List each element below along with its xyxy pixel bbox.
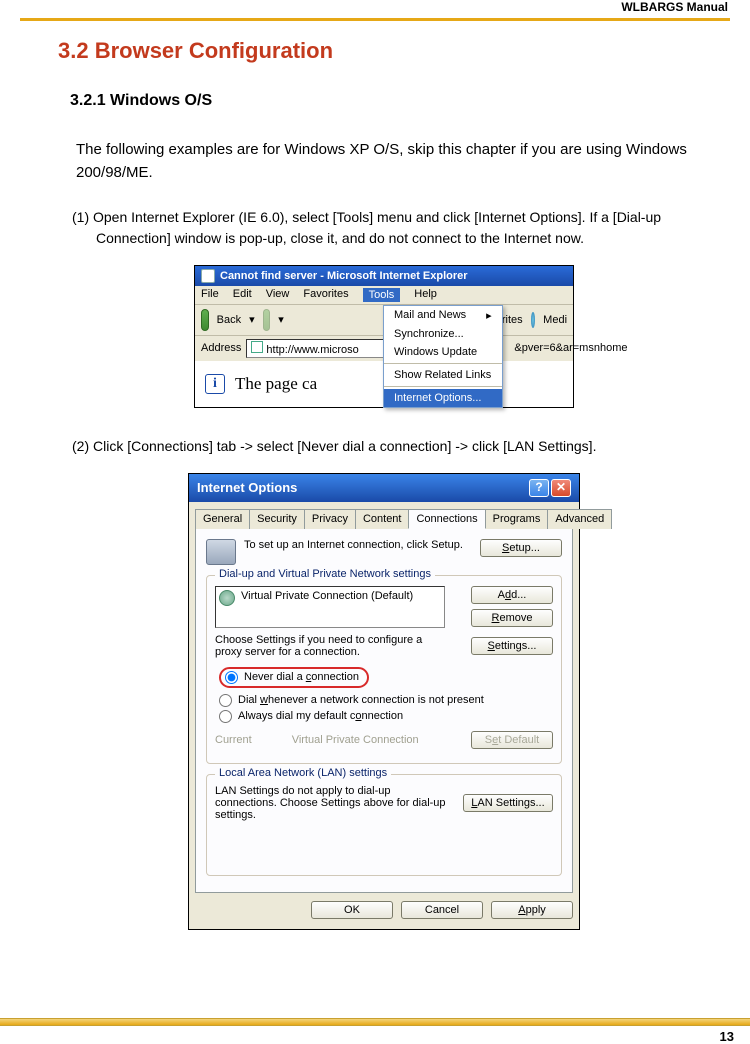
ie-toolbar: Back ▾ ▾ Mail and News Synchronize... Wi…: [195, 305, 573, 336]
screenshot-ie-tools-menu: Cannot find server - Microsoft Internet …: [194, 265, 574, 408]
network-setup-icon: [206, 539, 236, 565]
page-body-text: The page ca: [235, 374, 317, 394]
vpn-connection-icon: [219, 590, 235, 606]
always-dial-radio[interactable]: Always dial my default connection: [219, 710, 553, 723]
vpn-item-label: Virtual Private Connection (Default): [241, 590, 413, 602]
current-label: Current: [215, 734, 252, 746]
back-button[interactable]: [201, 309, 209, 331]
menu-tools[interactable]: Tools: [363, 288, 401, 302]
dial-whenever-radio[interactable]: Dial whenever a network connection is no…: [219, 694, 553, 707]
menu-view[interactable]: View: [266, 288, 290, 302]
info-icon: i: [205, 374, 225, 394]
section-heading: 3.2 Browser Configuration: [58, 38, 710, 64]
header-doc-title: WLBARGS Manual: [621, 0, 728, 14]
lan-settings-group: Local Area Network (LAN) settings LAN Se…: [206, 774, 562, 876]
ie-logo-icon: [201, 269, 215, 283]
dd-related-links[interactable]: Show Related Links: [384, 366, 502, 384]
ie-title-text: Cannot find server - Microsoft Internet …: [220, 270, 468, 282]
address-label: Address: [201, 342, 241, 354]
help-button-icon[interactable]: ?: [529, 479, 549, 497]
dd-separator: [384, 363, 502, 364]
dialog-body: General Security Privacy Content Connect…: [189, 502, 579, 929]
set-default-button[interactable]: Set Default: [471, 731, 553, 749]
close-button-icon[interactable]: ✕: [551, 479, 571, 497]
never-dial-label: Never dial a connection: [244, 671, 359, 683]
tab-pane-connections: To set up an Internet connection, click …: [195, 528, 573, 893]
tab-strip: General Security Privacy Content Connect…: [195, 508, 573, 529]
menu-edit[interactable]: Edit: [233, 288, 252, 302]
tab-security[interactable]: Security: [249, 509, 305, 529]
dialog-titlebar: Internet Options ? ✕: [189, 474, 579, 502]
dd-windows-update[interactable]: Windows Update: [384, 343, 502, 361]
remove-button[interactable]: Remove: [471, 609, 553, 627]
lan-group-title: Local Area Network (LAN) settings: [215, 767, 391, 779]
settings-button[interactable]: Settings...: [471, 637, 553, 655]
dialog-title-text: Internet Options: [197, 480, 297, 495]
never-dial-radio[interactable]: Never dial a connection: [219, 667, 369, 688]
tab-privacy[interactable]: Privacy: [304, 509, 356, 529]
intro-paragraph: The following examples are for Windows X…: [76, 138, 710, 185]
ie-menubar: File Edit View Favorites Tools Help: [195, 286, 573, 305]
ok-button[interactable]: OK: [311, 901, 393, 919]
footer-band: [0, 1018, 750, 1026]
page-number: 13: [720, 1029, 734, 1044]
menu-file[interactable]: File: [201, 288, 219, 302]
address-value: http://www.microso: [266, 344, 358, 356]
tab-programs[interactable]: Programs: [485, 509, 549, 529]
step-2: (2) Click [Connections] tab -> select [N…: [72, 436, 710, 457]
always-dial-radio-input[interactable]: [219, 710, 232, 723]
ie-titlebar: Cannot find server - Microsoft Internet …: [195, 266, 573, 286]
media-label: Medi: [543, 314, 567, 326]
dial-whenever-label: Dial whenever a network connection is no…: [238, 694, 484, 706]
lan-settings-button[interactable]: LAN Settings...: [463, 794, 553, 812]
setup-text: To set up an Internet connection, click …: [244, 539, 472, 551]
screenshot-internet-options: Internet Options ? ✕ General Security Pr…: [188, 473, 580, 930]
always-dial-label: Always dial my default connection: [238, 710, 403, 722]
tab-advanced[interactable]: Advanced: [547, 509, 612, 529]
tab-general[interactable]: General: [195, 509, 250, 529]
dash-icon: ▾: [278, 313, 284, 326]
dialup-vpn-title: Dial-up and Virtual Private Network sett…: [215, 568, 435, 580]
tab-connections[interactable]: Connections: [408, 509, 485, 529]
step-1: (1) Open Internet Explorer (IE 6.0), sel…: [72, 207, 710, 249]
dd-separator: [384, 386, 502, 387]
menu-help[interactable]: Help: [414, 288, 437, 302]
page-content: 3.2 Browser Configuration 3.2.1 Windows …: [58, 38, 710, 930]
back-chevron-icon[interactable]: ▾: [249, 313, 255, 326]
tab-content[interactable]: Content: [355, 509, 410, 529]
setup-button[interactable]: Setup...: [480, 539, 562, 557]
lan-text: LAN Settings do not apply to dial-up con…: [215, 785, 455, 821]
connections-listbox[interactable]: Virtual Private Connection (Default): [215, 586, 445, 628]
cancel-button[interactable]: Cancel: [401, 901, 483, 919]
address-tail: &pver=6&ar=msnhome: [514, 342, 627, 354]
dial-whenever-radio-input[interactable]: [219, 694, 232, 707]
apply-button[interactable]: Apply: [491, 901, 573, 919]
menu-favorites[interactable]: Favorites: [303, 288, 348, 302]
dialup-vpn-group: Dial-up and Virtual Private Network sett…: [206, 575, 562, 764]
never-dial-radio-input[interactable]: [225, 671, 238, 684]
media-globe-icon[interactable]: [531, 312, 535, 328]
subsection-heading: 3.2.1 Windows O/S: [70, 92, 710, 110]
forward-button[interactable]: [263, 309, 271, 331]
tools-dropdown: Mail and News Synchronize... Windows Upd…: [383, 305, 503, 408]
current-value: Virtual Private Connection: [292, 734, 419, 746]
dialog-button-row: OK Cancel Apply: [195, 901, 573, 919]
add-button[interactable]: Add...: [471, 586, 553, 604]
header-rule: [20, 18, 730, 21]
dd-internet-options[interactable]: Internet Options...: [384, 389, 502, 407]
choose-settings-text: Choose Settings if you need to configure…: [215, 634, 445, 658]
back-label: Back: [217, 314, 241, 326]
dd-mail-news[interactable]: Mail and News: [384, 306, 502, 325]
dd-synchronize[interactable]: Synchronize...: [384, 325, 502, 343]
setup-btn-label: etup...: [509, 542, 540, 554]
